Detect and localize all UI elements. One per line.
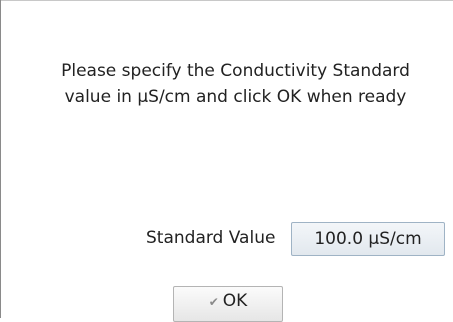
top-border: [0, 0, 453, 1]
ok-button[interactable]: ✔ OK: [173, 286, 283, 322]
instruction-line-1: Please specify the Conductivity Standard: [61, 61, 410, 81]
standard-value-label: Standard Value: [146, 228, 276, 248]
instruction-line-2: value in µS/cm and click OK when ready: [64, 87, 407, 107]
instruction-message: Please specify the Conductivity Standard…: [10, 58, 453, 110]
conductivity-dialog: Please specify the Conductivity Standard…: [0, 0, 453, 322]
standard-value-text: 100.0 µS/cm: [314, 229, 422, 249]
check-icon: ✔: [208, 295, 219, 309]
ok-button-label: OK: [222, 291, 248, 311]
standard-value-field[interactable]: 100.0 µS/cm: [291, 222, 445, 256]
left-border: [0, 0, 1, 318]
